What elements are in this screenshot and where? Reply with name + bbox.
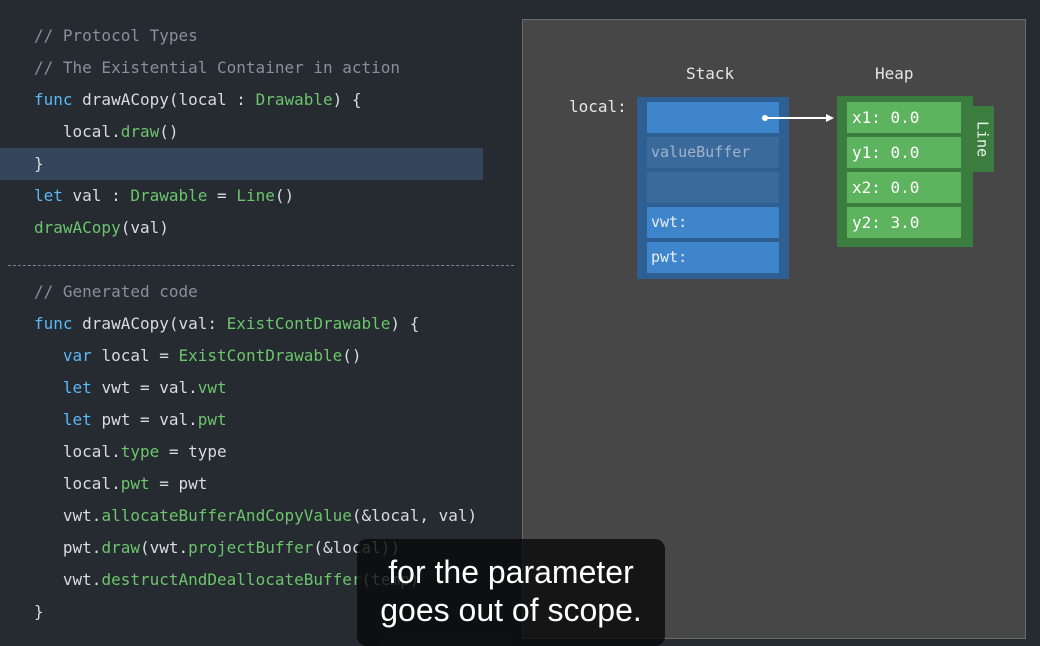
heap-type-tab: Line xyxy=(971,106,994,172)
pointer-arrow-head xyxy=(826,114,834,122)
code-token: ) { xyxy=(332,90,362,109)
code-line: vwt.allocateBufferAndCopyValue(&local, v… xyxy=(0,500,477,532)
caption-line-1: for the parameter xyxy=(388,554,634,590)
stack-title: Stack xyxy=(686,64,735,83)
code-token: draw xyxy=(101,538,140,557)
code-token: = type xyxy=(159,442,227,461)
local-label: local: xyxy=(569,97,627,116)
code-token: // The Existential Container in action xyxy=(34,58,401,77)
code-token: ExistContDrawable xyxy=(178,346,343,365)
code-token: projectBuffer xyxy=(188,538,314,557)
code-token: val : xyxy=(62,186,131,205)
code-line: func drawACopy(local : Drawable) { xyxy=(0,84,362,116)
code-token: drawACopy(val: xyxy=(72,314,227,333)
code-token: destructAndDeallocateBuffer xyxy=(101,570,362,589)
code-token: // Protocol Types xyxy=(34,26,198,45)
code-token: drawACopy(local : xyxy=(72,90,256,109)
code-token: let xyxy=(62,410,92,429)
code-line: local.type = type xyxy=(0,436,227,468)
code-line: // Generated code xyxy=(0,276,198,308)
code-token: drawACopy xyxy=(34,218,121,237)
code-line: } xyxy=(0,596,44,628)
code-token: () xyxy=(274,186,295,205)
code-line: let val : Drawable = Line() xyxy=(0,180,294,212)
code-token: = pwt xyxy=(149,474,208,493)
heap-cell-y2: y2: 3.0 xyxy=(847,207,961,238)
code-token: func xyxy=(34,90,73,109)
code-token: let xyxy=(34,186,63,205)
code-divider xyxy=(8,265,514,266)
code-token: local = xyxy=(91,346,179,365)
code-token: () xyxy=(159,122,179,141)
code-line: local.pwt = pwt xyxy=(0,468,208,500)
subtitle-caption: for the parameter goes out of scope. xyxy=(357,539,665,646)
code-line: // Protocol Types xyxy=(0,20,198,52)
code-line: var local = ExistContDrawable() xyxy=(0,340,362,372)
code-token: pwt = val. xyxy=(91,410,198,429)
code-token: Drawable xyxy=(130,186,208,205)
code-token: vwt = val. xyxy=(91,378,198,397)
stack-cell-value-buffer-word-3 xyxy=(647,172,779,203)
code-token: func xyxy=(34,314,73,333)
heap-object: x1: 0.0 y1: 0.0 x2: 0.0 y2: 3.0 xyxy=(837,96,973,247)
code-token: // Generated code xyxy=(34,282,198,301)
code-token: pwt. xyxy=(34,538,102,557)
code-token: Drawable xyxy=(255,90,333,109)
current-line-highlight: } xyxy=(0,148,483,180)
code-token: local. xyxy=(34,474,121,493)
stack-cell-vwt: vwt: xyxy=(647,207,779,238)
heap-title: Heap xyxy=(875,64,914,83)
code-token: local. xyxy=(34,442,121,461)
code-token: ) { xyxy=(390,314,420,333)
code-token: Line xyxy=(236,186,275,205)
pointer-arrow-line xyxy=(766,117,829,119)
code-token: draw xyxy=(120,122,160,141)
code-token: ExistContDrawable xyxy=(226,314,391,333)
existential-container: valueBuffer vwt: pwt: xyxy=(637,97,789,279)
code-token: type xyxy=(120,442,160,461)
code-line: // The Existential Container in action xyxy=(0,52,400,84)
heap-cell-x2: x2: 0.0 xyxy=(847,172,961,203)
code-token: vwt. xyxy=(34,506,102,525)
code-line: func drawACopy(val: ExistContDrawable) { xyxy=(0,308,419,340)
heap-cell-x1: x1: 0.0 xyxy=(847,102,961,133)
code-token: let xyxy=(62,378,92,397)
code-line: local.draw() xyxy=(0,116,179,148)
code-token: } xyxy=(34,602,44,621)
heap-cell-y1: y1: 0.0 xyxy=(847,137,961,168)
code-token: (&local, val) xyxy=(351,506,478,525)
code-token: (vwt. xyxy=(139,538,189,557)
stack-cell-value-buffer-word-1 xyxy=(647,102,779,133)
code-token: vwt xyxy=(197,378,227,397)
stack-cell-value-buffer: valueBuffer xyxy=(647,137,779,168)
heap-type-label: Line xyxy=(973,120,992,158)
code-token: = xyxy=(207,186,237,205)
stack-cell-pwt: pwt: xyxy=(647,242,779,273)
caption-line-2: goes out of scope. xyxy=(380,592,642,628)
code-token: var xyxy=(62,346,92,365)
code-token: } xyxy=(34,154,44,173)
code-line: pwt.draw(vwt.projectBuffer(&local)) xyxy=(0,532,400,564)
code-token: vwt. xyxy=(34,570,102,589)
code-line: let vwt = val.vwt xyxy=(0,372,227,404)
code-line: let pwt = val.pwt xyxy=(0,404,227,436)
code-token: (val) xyxy=(120,218,169,237)
code-token: pwt xyxy=(120,474,150,493)
code-token: local. xyxy=(34,122,121,141)
code-token: () xyxy=(342,346,362,365)
code-token: allocateBufferAndCopyValue xyxy=(101,506,352,525)
code-line: drawACopy(val) xyxy=(0,212,169,244)
code-token: pwt xyxy=(197,410,227,429)
